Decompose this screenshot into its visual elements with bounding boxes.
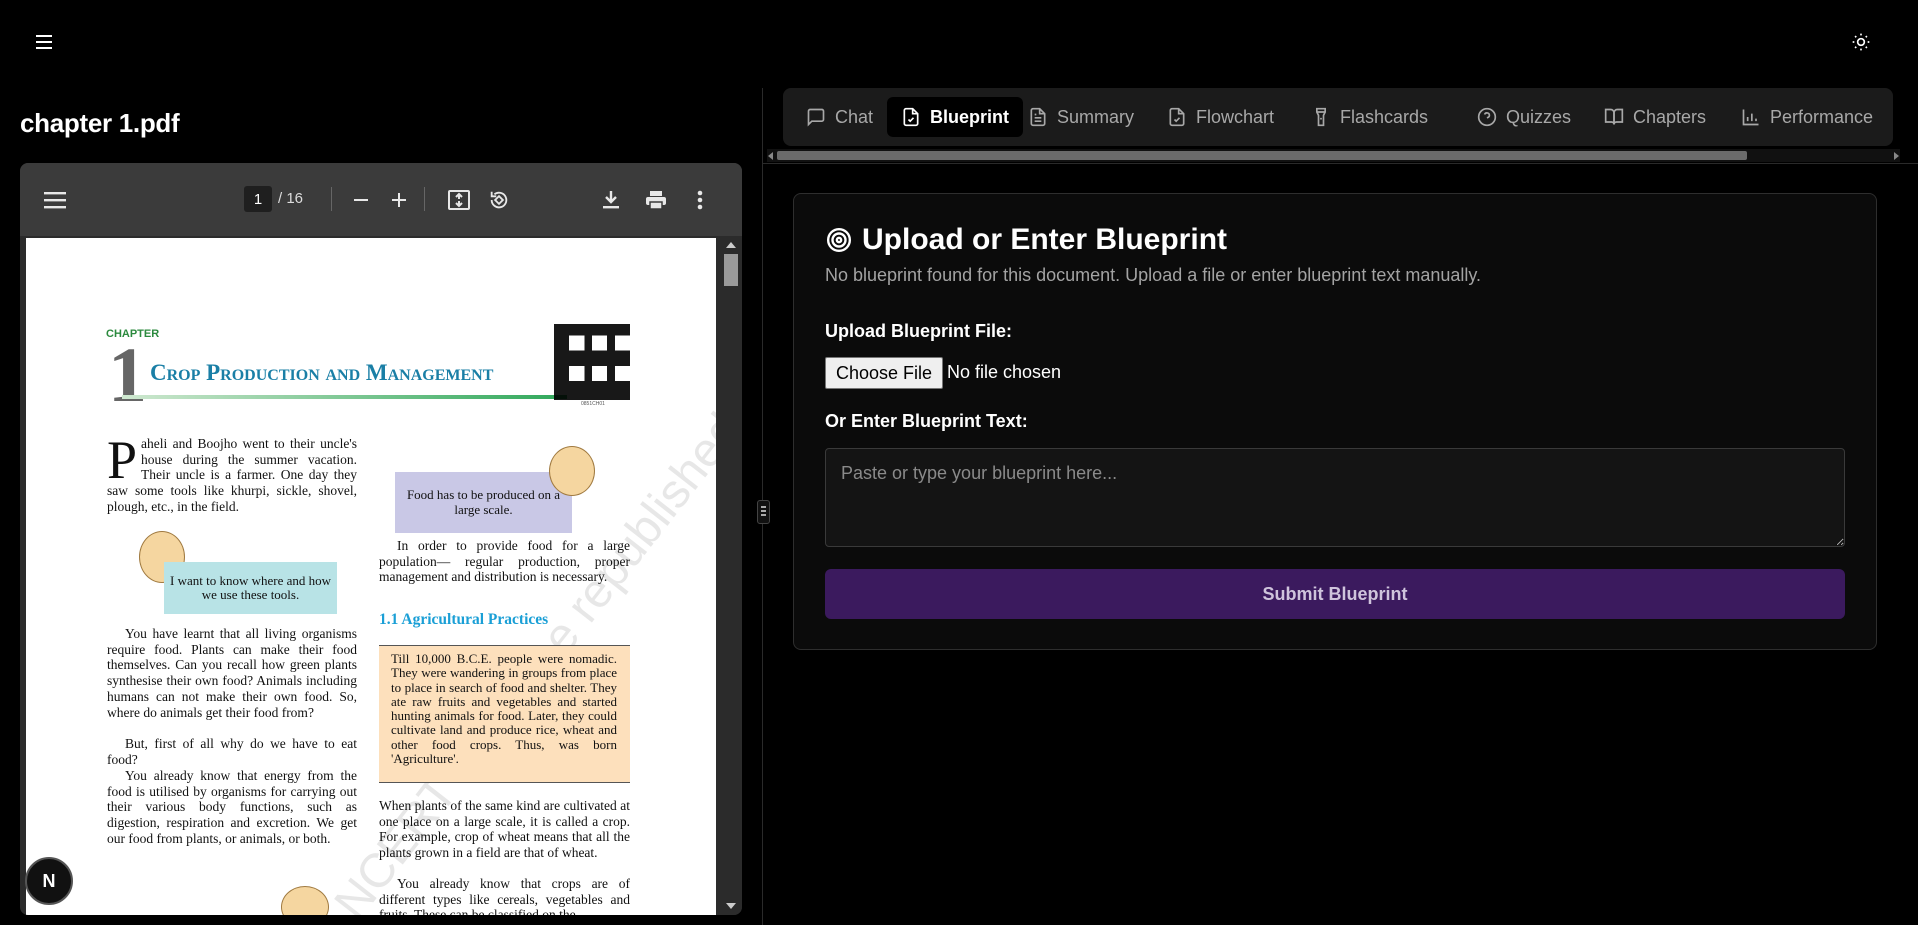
callout-tools: I want to know where and how we use thes… <box>164 562 337 614</box>
grip-icon <box>761 506 766 518</box>
chapter-underline <box>122 395 567 399</box>
text-label: Or Enter Blueprint Text: <box>825 411 1028 431</box>
tab-label: Chapters <box>1633 106 1707 127</box>
card-description: No blueprint found for this document. Up… <box>825 265 1482 285</box>
chat-icon <box>807 108 825 127</box>
page-total: / 16 <box>278 190 304 207</box>
choose-file-button[interactable]: Choose File <box>825 357 943 389</box>
hamburger-icon <box>36 35 52 49</box>
pdf-toolbar: 1 / 16 <box>20 163 742 236</box>
target-icon <box>826 227 852 253</box>
scroll-left-arrow[interactable] <box>768 152 773 160</box>
toolbar-divider <box>424 187 425 211</box>
hamburger-icon <box>44 192 66 209</box>
help-circle-icon <box>1477 107 1497 127</box>
tab-chapters[interactable]: Chapters <box>1590 97 1720 137</box>
fit-page-icon <box>448 190 470 210</box>
pdf-vertical-scrollbar[interactable] <box>720 238 742 915</box>
blueprint-card: Upload or Enter Blueprint No blueprint f… <box>793 193 1877 650</box>
panel-resize-handle[interactable] <box>757 500 770 524</box>
minus-icon <box>354 199 368 201</box>
paheli-illustration <box>549 446 595 496</box>
scroll-down-arrow[interactable] <box>726 903 736 909</box>
paragraph-left-3: You already know that energy from the fo… <box>107 768 357 846</box>
submit-blueprint-button[interactable]: Submit Blueprint <box>825 569 1845 619</box>
paragraph-right-3: You already know that crops are of diffe… <box>379 876 630 915</box>
more-options-button[interactable] <box>687 187 713 213</box>
tab-performance[interactable]: Performance <box>1727 97 1887 137</box>
sun-icon <box>1852 33 1870 51</box>
download-icon <box>603 191 619 209</box>
rotate-icon <box>490 191 508 209</box>
file-status: No file chosen <box>947 362 1062 382</box>
file-check-icon <box>903 107 919 127</box>
qr-code-image <box>554 324 630 400</box>
scrollbar-thumb[interactable] <box>777 151 1747 160</box>
hamburger-menu-button[interactable] <box>29 26 61 58</box>
plus-icon <box>392 193 406 207</box>
zoom-out-button[interactable] <box>348 187 374 213</box>
book-open-icon <box>1604 108 1624 125</box>
pdf-viewer[interactable]: 1 / 16 CHAPTER 1 Crop Production and Man… <box>20 163 742 915</box>
theme-toggle-button[interactable] <box>1845 26 1877 58</box>
file-check-icon <box>1169 107 1185 127</box>
fit-page-button[interactable] <box>446 187 472 213</box>
tab-summary[interactable]: Summary <box>1014 97 1148 137</box>
tab-quizzes[interactable]: Quizzes <box>1463 97 1585 137</box>
tabs-horizontal-scrollbar[interactable] <box>767 149 1900 162</box>
pdf-filename: chapter 1.pdf <box>20 108 180 138</box>
section-heading: 1.1 Agricultural Practices <box>379 611 549 628</box>
printer-icon <box>646 191 666 210</box>
tab-label: Quizzes <box>1506 106 1572 127</box>
rotate-button[interactable] <box>486 187 512 213</box>
boojho-illustration-bottom <box>281 886 329 915</box>
history-text: Till 10,000 B.C.E. people were nomadic. … <box>391 651 617 767</box>
tab-label: Flowchart <box>1196 106 1275 127</box>
file-text-icon <box>1030 107 1046 127</box>
paragraph-left-1: You have learnt that all living organism… <box>107 626 357 720</box>
bar-chart-icon <box>1742 109 1759 126</box>
chapter-title: Crop Production and Management <box>150 360 494 385</box>
card-title-text: Upload or Enter Blueprint <box>862 223 1228 256</box>
paragraph-right-1: In order to provide food for a large pop… <box>379 538 630 585</box>
tab-label: Summary <box>1057 106 1135 127</box>
upload-label: Upload Blueprint File: <box>825 321 1012 341</box>
callout-food-scale: Food has to be produced on a large scale… <box>395 472 572 533</box>
intro-paragraph: Paheli and Boojho went to their uncle's … <box>107 430 357 515</box>
pdf-page-content: CHAPTER 1 Crop Production and Management… <box>26 238 716 915</box>
scrollbar-thumb[interactable] <box>724 254 738 286</box>
tab-flowchart[interactable]: Flowchart <box>1153 97 1288 137</box>
n-badge-button[interactable]: N <box>25 857 73 905</box>
scroll-right-arrow[interactable] <box>1894 152 1899 160</box>
blueprint-text-input[interactable] <box>825 448 1845 547</box>
history-box: Till 10,000 B.C.E. people were nomadic. … <box>379 645 630 783</box>
qr-code-text: 0851CH01 <box>581 401 605 407</box>
intro-text: aheli and Boojho went to their uncle's h… <box>107 436 357 514</box>
chapter-number: 1 <box>108 331 147 418</box>
pdf-sidebar-button[interactable] <box>42 187 68 213</box>
card-title: Upload or Enter Blueprint <box>826 223 1227 257</box>
toolbar-divider <box>331 187 332 211</box>
flashlight-icon <box>1316 107 1326 127</box>
tab-blueprint[interactable]: Blueprint <box>887 97 1023 137</box>
header-divider <box>763 163 1918 164</box>
print-button[interactable] <box>643 187 669 213</box>
paragraph-left-2: But, first of all why do we have to eat … <box>107 736 357 767</box>
paragraph-right-2: When plants of the same kind are cultiva… <box>379 798 630 861</box>
tab-chat[interactable]: Chat <box>792 97 887 137</box>
tab-label: Performance <box>1770 106 1874 127</box>
more-vertical-icon <box>697 190 703 210</box>
tab-label: Chat <box>835 106 874 127</box>
scroll-up-arrow[interactable] <box>726 242 736 248</box>
page-number-input[interactable]: 1 <box>244 186 272 212</box>
drop-cap: P <box>107 430 138 490</box>
tab-label: Flashcards <box>1340 106 1429 127</box>
tab-flashcards[interactable]: Flashcards <box>1297 97 1442 137</box>
tab-label: Blueprint <box>930 106 1009 127</box>
tab-bar: Chat Blueprint Summary Flowchart Flashca… <box>783 88 1893 146</box>
download-button[interactable] <box>598 187 624 213</box>
zoom-in-button[interactable] <box>386 187 412 213</box>
